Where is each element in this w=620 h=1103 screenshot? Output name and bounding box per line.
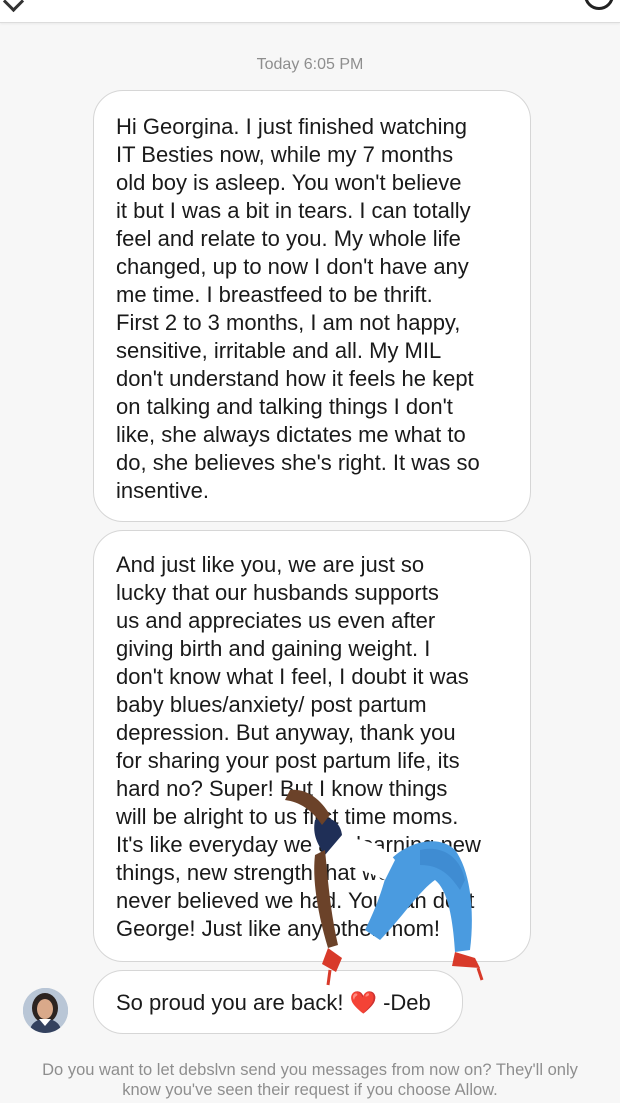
message-bubble[interactable]: And just like you, we are just so lucky …: [93, 530, 531, 962]
info-circle-icon[interactable]: [584, 0, 614, 10]
message-timestamp: Today 6:05 PM: [256, 56, 364, 73]
chevron-left-icon[interactable]: [2, 0, 25, 13]
message-bubble[interactable]: Hi Georgina. I just finished watching IT…: [93, 90, 531, 522]
header-bar: [0, 0, 620, 23]
avatar-photo-icon: [23, 988, 68, 1033]
message-request-notice: Do you want to let debslvn send you mess…: [42, 1061, 578, 1099]
message-bubble[interactable]: So proud you are back! ❤️ -Deb: [93, 970, 463, 1034]
sender-avatar[interactable]: [23, 988, 68, 1033]
